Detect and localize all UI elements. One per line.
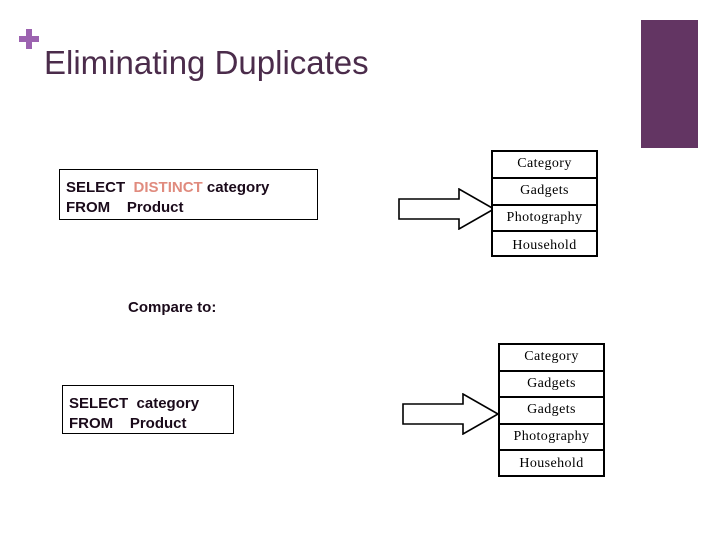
sql-table-product: Product	[126, 199, 184, 216]
sql-query-plain-box: SELECT category FROM Product	[62, 385, 234, 434]
result-table-plain: Category Gadgets Gadgets Photography Hou…	[498, 343, 605, 477]
table-row: Household	[512, 237, 577, 253]
arrow-distinct-result-icon	[398, 187, 496, 231]
sql-keyword-select: SELECT	[69, 395, 129, 412]
result-table-distinct: Category Gadgets Photography Household	[491, 150, 598, 257]
plus-icon	[18, 28, 40, 50]
arrow-plain-result-icon	[402, 392, 500, 436]
sql-keyword-from: FROM	[69, 415, 114, 432]
sql-column-category: category	[206, 179, 270, 196]
table-row: Gadgets	[500, 372, 603, 398]
table-row: Photography	[493, 206, 596, 233]
table-header-cell: Category	[500, 345, 603, 372]
sql-column-category: category	[136, 395, 200, 412]
sql-keyword-from: FROM	[66, 199, 111, 216]
sql-table-product: Product	[129, 415, 187, 432]
page-title: Eliminating Duplicates	[44, 44, 369, 81]
table-header-cell: Category	[493, 152, 596, 179]
slide-canvas: Eliminating Duplicates SELECT DISTINCT c…	[0, 0, 720, 540]
sql-keyword-distinct: DISTINCT	[133, 179, 203, 196]
table-row: Gadgets	[493, 179, 596, 206]
sql-query-distinct-box: SELECT DISTINCT category FROM Product	[59, 169, 318, 220]
table-row: Household	[519, 456, 584, 472]
compare-to-label: Compare to:	[128, 299, 217, 316]
sql-keyword-select: SELECT	[66, 179, 126, 196]
table-row: Photography	[500, 425, 603, 451]
table-row: Gadgets	[500, 398, 603, 425]
decorative-corner-block	[641, 20, 698, 148]
